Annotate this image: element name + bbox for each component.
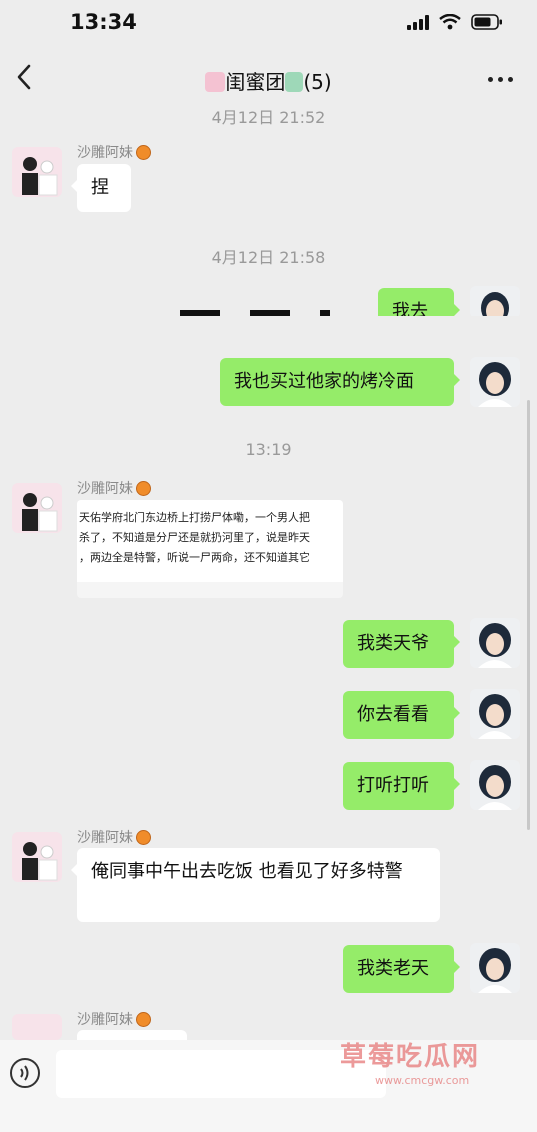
message-bubble[interactable]: 你去看看 [343,691,460,739]
member-count: (5) [303,70,332,94]
message-bubble[interactable]: 我类老天 [343,945,460,993]
message-bubble[interactable]: 打听打听 [343,762,460,810]
status-icons [407,14,503,30]
pumpkin-emoji-icon [136,480,151,496]
avatar[interactable] [12,483,62,533]
fairy-emoji-icon [285,72,304,92]
group-emoji-icon [205,72,226,92]
avatar[interactable] [470,286,520,318]
watermark-url: www.cmcgw.com [375,1074,470,1087]
timestamp: 4月12日 21:58 [211,248,326,267]
avatar[interactable] [470,357,520,407]
avatar[interactable] [12,147,62,197]
scrollbar[interactable] [527,400,530,830]
pumpkin-emoji-icon [136,1011,151,1027]
avatar[interactable] [470,689,520,739]
message-input[interactable] [56,1050,386,1098]
message-bubble[interactable]: 我类天爷 [343,620,460,668]
screenshot-seam [0,316,537,346]
image-text: 天佑学府北门东边桥上打捞尸体嘞，一个男人把 杀了，不知道是分尸还是就扔河里了，说… [77,500,343,582]
voice-input-icon[interactable] [10,1058,40,1088]
avatar[interactable] [470,760,520,810]
avatar[interactable] [470,943,520,993]
avatar[interactable] [470,618,520,668]
more-options-icon[interactable] [488,77,513,82]
timestamp: 13:19 [245,440,292,459]
watermark-text: 草莓吃瓜网 [340,1042,481,1072]
sender-name: 沙雕阿妹 [77,478,151,498]
chat-header: 闺蜜团 (5) [0,52,537,108]
wifi-icon [439,14,461,30]
status-bar: 13:34 [0,0,537,44]
message-bubble[interactable]: 我也买过他家的烤冷面 [220,358,460,406]
status-time: 13:34 [70,10,137,34]
pumpkin-emoji-icon [136,144,151,160]
image-message[interactable]: 天佑学府北门东边桥上打捞尸体嘞，一个男人把 杀了，不知道是分尸还是就扔河里了，说… [77,500,343,598]
battery-icon [471,14,502,30]
message-bubble[interactable]: 捏 [71,164,131,212]
avatar[interactable] [12,832,62,882]
sender-name: 沙雕阿妹 [77,142,151,162]
sender-name: 沙雕阿妹 [77,1009,151,1029]
timestamp: 4月12日 21:52 [211,108,326,127]
sender-name: 沙雕阿妹 [77,827,151,847]
message-bubble[interactable]: 俺同事中午出去吃饭 也看见了好多特警 [71,848,440,922]
group-name: 闺蜜团 [225,70,286,94]
chat-title: 闺蜜团 (5) [0,66,537,95]
pumpkin-emoji-icon [136,829,151,845]
signal-icon [407,14,429,30]
avatar[interactable] [12,1014,62,1040]
